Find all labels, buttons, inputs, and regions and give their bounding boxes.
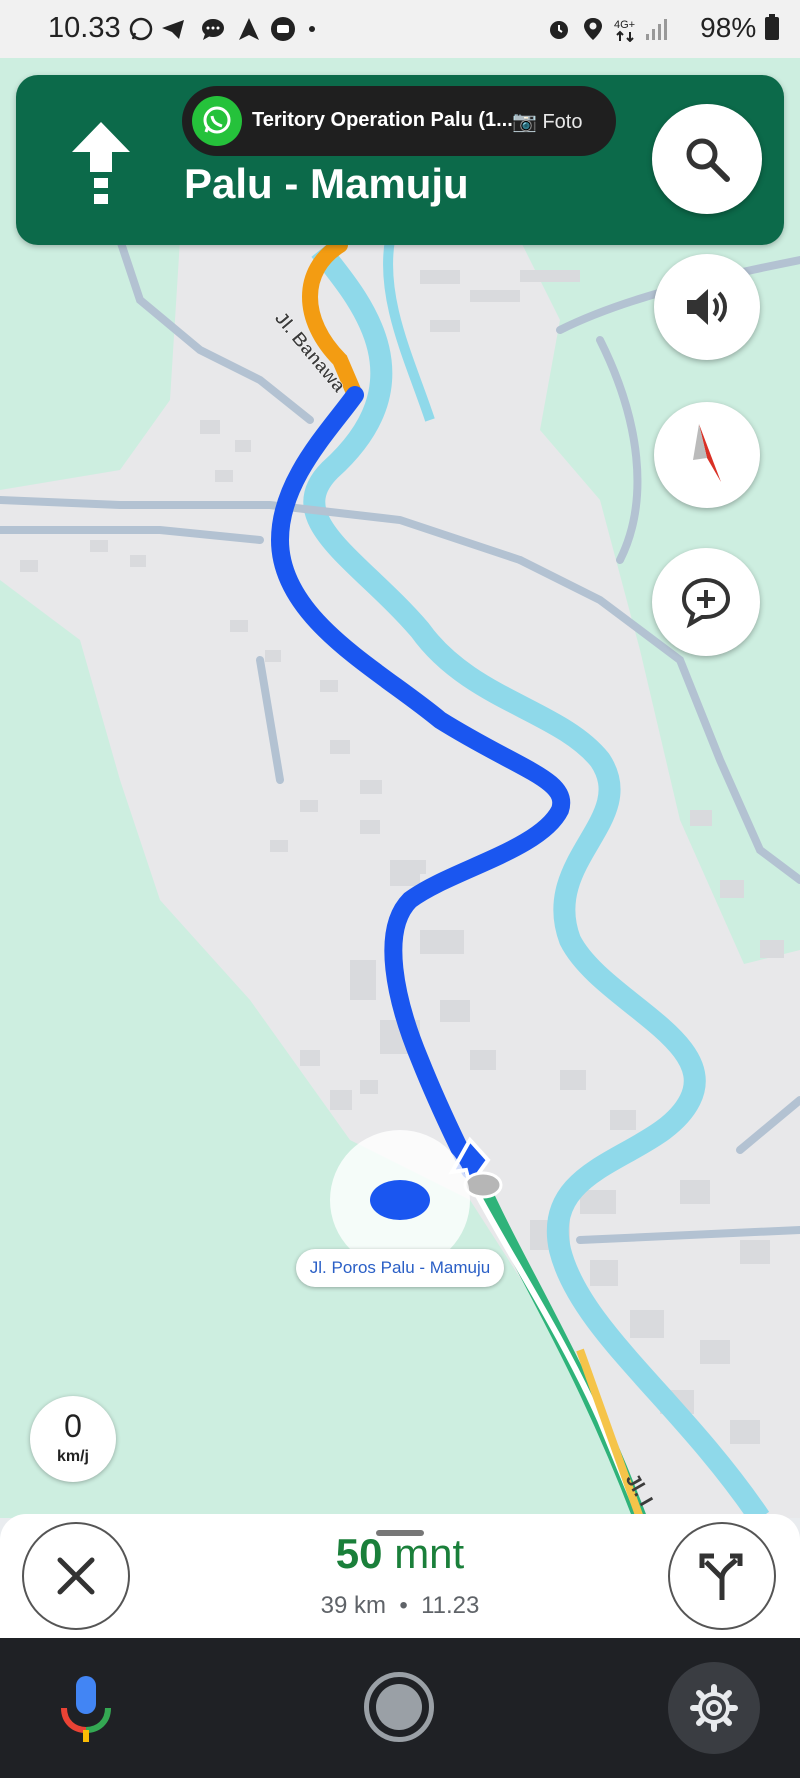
search-icon (686, 138, 730, 182)
mic-button[interactable] (48, 1670, 124, 1746)
separator: • (399, 1592, 408, 1619)
mic-icon (61, 1676, 111, 1742)
next-street-name: Palu - Mamuju (184, 160, 469, 207)
battery-percent: 98% (700, 12, 757, 43)
status-bar: 10.33 4G+ 98% (0, 0, 800, 58)
straight-arrow-icon (72, 122, 130, 204)
4g-icon: 4G+ (612, 16, 642, 43)
speed-value: 0 (64, 1408, 82, 1444)
notification-preview: 📷 Foto (512, 111, 583, 133)
navigation-icon (236, 16, 262, 42)
gear-icon (690, 1684, 738, 1732)
alternate-routes-button[interactable] (668, 1522, 776, 1630)
status-time: 10.33 (48, 12, 121, 44)
chat-icon (270, 16, 296, 42)
alternate-routes-icon (699, 1553, 743, 1600)
home-dot (376, 1684, 422, 1730)
duration-value: 50 (335, 1530, 383, 1577)
add-report-button[interactable] (652, 548, 760, 656)
trip-distance: 39 km (320, 1592, 386, 1619)
notification-title: Teritory Operation Palu (1... (252, 109, 513, 131)
duration-unit: mnt (394, 1530, 465, 1577)
battery-icon (765, 14, 779, 40)
whatsapp-icon (192, 96, 242, 146)
location-icon (580, 16, 606, 42)
home-button[interactable] (364, 1672, 434, 1742)
speed-unit: km/j (56, 1448, 89, 1465)
telegram-icon (160, 16, 186, 42)
settings-button[interactable] (668, 1662, 760, 1754)
dot-icon (306, 16, 318, 42)
volume-icon (687, 289, 727, 325)
compass-icon (693, 424, 721, 482)
current-road-label: Jl. Poros Palu - Mamuju (296, 1249, 504, 1287)
battery-level: 98% (700, 12, 780, 44)
whatsapp-icon (128, 16, 154, 42)
signal-icon (644, 16, 670, 42)
arrival-time: 11.23 (421, 1592, 480, 1619)
svg-text:4G+: 4G+ (614, 19, 635, 31)
speedometer: 0 km/j (30, 1396, 116, 1482)
messages-icon (200, 16, 226, 42)
alarm-icon (546, 16, 572, 42)
position-marker (463, 1171, 503, 1199)
compass-button[interactable] (654, 402, 760, 508)
add-report-icon (681, 577, 731, 629)
location-dot (370, 1180, 430, 1220)
sound-button[interactable] (654, 254, 760, 360)
search-button[interactable] (652, 104, 762, 214)
